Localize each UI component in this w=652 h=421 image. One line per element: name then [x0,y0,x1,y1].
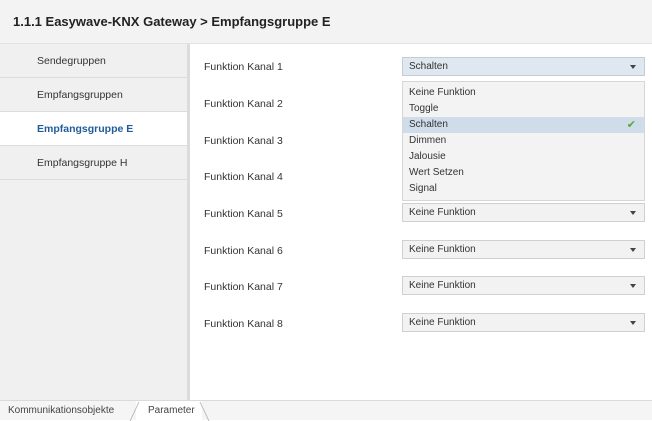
row-label-kanal-3: Funktion Kanal 3 [204,135,283,147]
row-label-kanal-5: Funktion Kanal 5 [204,208,283,220]
sidebar-item-sendegruppen[interactable]: Sendegruppen [0,44,187,78]
chevron-down-icon [630,321,636,325]
row-label-kanal-6: Funktion Kanal 6 [204,245,283,257]
select-value: Keine Funktion [409,317,476,328]
select-kanal-1[interactable]: Schalten [402,57,645,76]
dropdown-option-label: Schalten [409,119,448,130]
title-bar: 1.1.1 Easywave-KNX Gateway > Empfangsgru… [0,0,652,44]
checkmark-icon: ✔ [626,119,636,131]
row-label-kanal-7: Funktion Kanal 7 [204,281,283,293]
chevron-down-icon [630,211,636,215]
dropdown-option[interactable]: Jalousie [403,149,644,165]
sidebar-item-empfangsgruppe-h[interactable]: Empfangsgruppe H [0,146,187,180]
select-kanal-6[interactable]: Keine Funktion [402,240,645,259]
sidebar-item-empfangsgruppe-e[interactable]: Empfangsgruppe E [0,112,187,146]
dropdown-option[interactable]: Toggle [403,101,644,117]
tab-parameter[interactable]: Parameter [148,405,195,416]
select-value: Keine Funktion [409,207,476,218]
bottom-tab-bar: Kommunikationsobjekte Parameter [0,400,652,421]
select-value: Keine Funktion [409,244,476,255]
row-label-kanal-4: Funktion Kanal 4 [204,171,283,183]
select-value: Schalten [409,61,448,72]
tab-kommunikationsobjekte[interactable]: Kommunikationsobjekte [8,405,114,416]
row-label-kanal-8: Funktion Kanal 8 [204,318,283,330]
page-title: 1.1.1 Easywave-KNX Gateway > Empfangsgru… [13,14,331,29]
row-label-kanal-2: Funktion Kanal 2 [204,98,283,110]
parameter-panel: Funktion Kanal 1 Schalten Funktion Kanal… [190,44,652,400]
select-kanal-8[interactable]: Keine Funktion [402,313,645,332]
dropdown-option[interactable]: Dimmen [403,133,644,149]
dropdown-option[interactable]: Signal [403,181,644,197]
chevron-down-icon [630,248,636,252]
sidebar-item-empfangsgruppen[interactable]: Empfangsgruppen [0,78,187,112]
dropdown-option-selected[interactable]: Schalten ✔ [403,117,644,133]
select-value: Keine Funktion [409,280,476,291]
dropdown-option[interactable]: Wert Setzen [403,165,644,181]
select-kanal-7[interactable]: Keine Funktion [402,276,645,295]
dropdown-menu: Keine Funktion Toggle Schalten ✔ Dimmen … [402,81,645,201]
row-label-kanal-1: Funktion Kanal 1 [204,61,283,73]
sidebar: Sendegruppen Empfangsgruppen Empfangsgru… [0,44,190,400]
select-kanal-5[interactable]: Keine Funktion [402,203,645,222]
chevron-down-icon [630,65,636,69]
dropdown-option[interactable]: Keine Funktion [403,85,644,101]
chevron-down-icon [630,284,636,288]
